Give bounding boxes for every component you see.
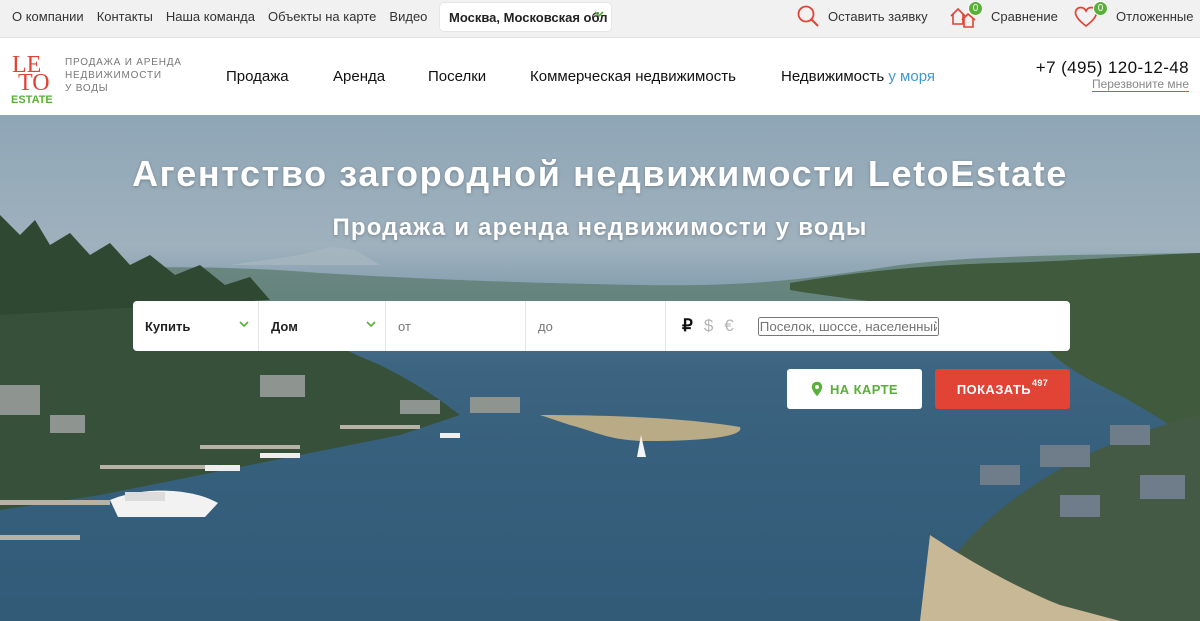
- search-form: Купить Дом ₽ $ €: [133, 301, 1070, 351]
- property-type-value: Дом: [271, 318, 298, 334]
- saved-label: Отложенные: [1116, 8, 1194, 24]
- hero-section: Агентство загородной недвижимости LetoEs…: [0, 115, 1200, 621]
- hero-subtitle: Продажа и аренда недвижимости у воды: [332, 214, 868, 241]
- nav-seaside[interactable]: Недвижимость у моря: [781, 68, 935, 85]
- logo-estate: ESTATE: [11, 94, 53, 104]
- saved-icon-wrap: 0: [1074, 1, 1108, 30]
- deal-type-select[interactable]: Купить: [133, 301, 259, 351]
- chevron-down-icon: [366, 321, 376, 328]
- site-header: LE TO ESTATE ПРОДАЖА И АРЕНДА НЕДВИЖИМОС…: [0, 38, 1200, 115]
- top-bar: О компании Контакты Наша команда Объекты…: [0, 0, 1200, 38]
- top-link-about[interactable]: О компании: [12, 9, 84, 24]
- saved-count-badge: 0: [1093, 1, 1108, 16]
- nav-commercial[interactable]: Коммерческая недвижимость: [530, 68, 736, 85]
- price-from-cell: [386, 301, 526, 351]
- deal-type-value: Купить: [145, 318, 191, 334]
- region-value: Москва, Московская обл: [449, 9, 608, 25]
- compare-icon-wrap: 0: [949, 1, 983, 30]
- show-on-map-button[interactable]: НА КАРТЕ: [787, 369, 922, 409]
- location-input[interactable]: [757, 316, 939, 336]
- show-results-button[interactable]: ПОКАЗАТЬ 497: [935, 369, 1070, 409]
- top-links: О компании Контакты Наша команда Объекты…: [12, 0, 427, 32]
- phone-number[interactable]: +7 (495) 120-12-48: [1036, 58, 1189, 78]
- nav-sale[interactable]: Продажа: [226, 68, 289, 85]
- saved-button[interactable]: 0 Отложенные: [1074, 1, 1194, 30]
- currency-eur[interactable]: €: [724, 316, 733, 336]
- request-button[interactable]: Оставить заявку: [796, 2, 928, 30]
- compare-label: Сравнение: [991, 8, 1058, 24]
- top-link-video[interactable]: Видео: [389, 9, 427, 24]
- compare-count-badge: 0: [968, 1, 983, 16]
- search-icon: [797, 5, 819, 27]
- tagline-line-2: НЕДВИЖИМОСТИ: [65, 70, 162, 81]
- callback-link[interactable]: Перезвоните мне: [1091, 77, 1189, 92]
- logo[interactable]: LE TO ESTATE: [11, 48, 57, 104]
- tagline-line-1: ПРОДАЖА И АРЕНДА: [65, 57, 182, 68]
- logo-to: TO: [18, 70, 50, 96]
- nav-seaside-accent: у моря: [888, 68, 935, 85]
- top-link-team[interactable]: Наша команда: [166, 9, 255, 24]
- top-link-contacts[interactable]: Контакты: [97, 9, 153, 24]
- nav-rent[interactable]: Аренда: [333, 68, 385, 85]
- price-from-input[interactable]: [398, 318, 525, 334]
- result-count: 497: [1031, 378, 1049, 388]
- logo-tagline: ПРОДАЖА И АРЕНДА НЕДВИЖИМОСТИ У ВОДЫ: [65, 56, 195, 95]
- show-results-label: ПОКАЗАТЬ: [956, 381, 1031, 397]
- compare-button[interactable]: 0 Сравнение: [949, 1, 1058, 30]
- price-to-input[interactable]: [538, 318, 665, 334]
- currency-usd[interactable]: $: [704, 316, 713, 336]
- price-to-cell: [526, 301, 666, 351]
- nav-villages[interactable]: Поселки: [428, 68, 486, 85]
- request-label: Оставить заявку: [828, 8, 928, 24]
- chevron-down-icon: [239, 321, 249, 328]
- top-link-map-objects[interactable]: Объекты на карте: [268, 9, 376, 24]
- currency-rub[interactable]: ₽: [682, 316, 693, 336]
- region-select[interactable]: Москва, Московская обл: [440, 3, 611, 31]
- location-cell: [742, 301, 1070, 351]
- property-type-select[interactable]: Дом: [259, 301, 386, 351]
- hero-title: Агентство загородной недвижимости LetoEs…: [132, 153, 1068, 194]
- currency-switch: ₽ $ €: [666, 301, 742, 351]
- map-pin-icon: [811, 381, 823, 397]
- nav-seaside-label: Недвижимость: [781, 68, 885, 85]
- tagline-line-3: У ВОДЫ: [65, 83, 109, 94]
- chevron-down-icon: [594, 11, 604, 18]
- show-on-map-label: НА КАРТЕ: [829, 381, 899, 397]
